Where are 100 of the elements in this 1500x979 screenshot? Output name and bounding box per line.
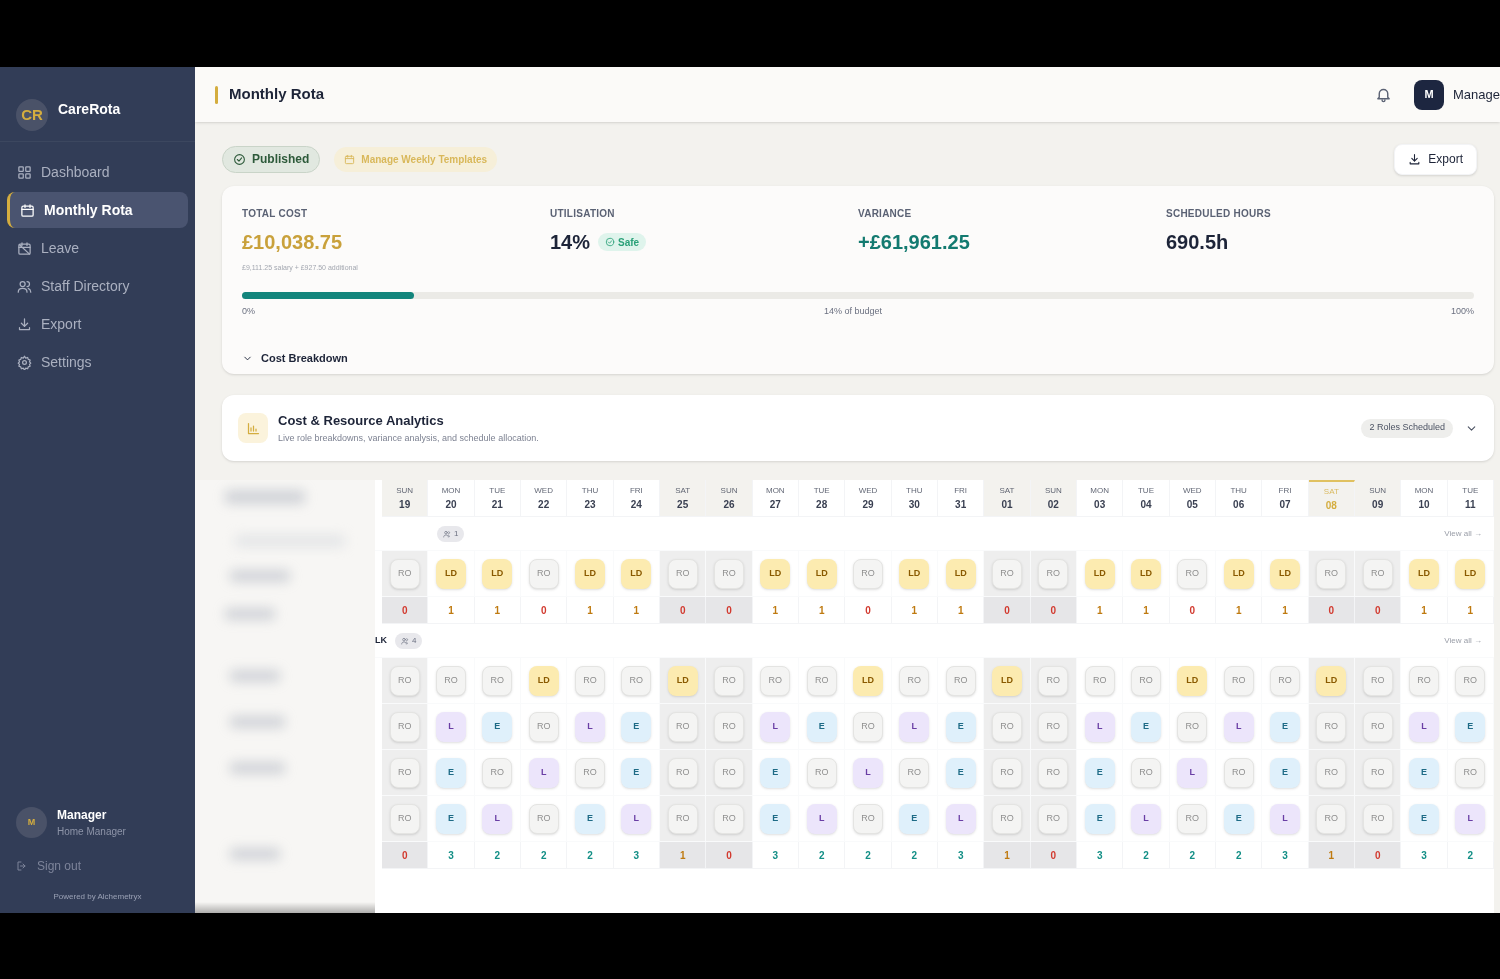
- shift-chip[interactable]: RO: [1177, 803, 1208, 834]
- shift-chip[interactable]: LD: [436, 558, 466, 589]
- shift-chip[interactable]: RO: [1362, 665, 1393, 696]
- shift-chip[interactable]: RO: [1455, 665, 1486, 696]
- shift-chip[interactable]: LD: [575, 558, 605, 589]
- sidebar-item[interactable]: Settings: [7, 344, 188, 380]
- shift-chip[interactable]: L: [621, 803, 652, 834]
- shift-chip[interactable]: RO: [528, 803, 559, 834]
- shift-chip[interactable]: RO: [714, 711, 744, 742]
- shift-chip[interactable]: LD: [621, 558, 652, 589]
- shift-chip[interactable]: RO: [1362, 803, 1393, 834]
- shift-chip[interactable]: LD: [1177, 665, 1208, 696]
- shift-chip[interactable]: RO: [389, 711, 420, 742]
- shift-chip[interactable]: RO: [1177, 558, 1208, 589]
- shift-chip[interactable]: L: [1223, 711, 1254, 742]
- shift-chip[interactable]: RO: [1038, 711, 1069, 742]
- shift-chip[interactable]: RO: [389, 757, 420, 788]
- shift-chip[interactable]: RO: [1362, 711, 1393, 742]
- shift-chip[interactable]: RO: [528, 711, 559, 742]
- view-all-link[interactable]: View all →: [1444, 527, 1482, 540]
- shift-chip[interactable]: RO: [389, 803, 420, 834]
- shift-chip[interactable]: RO: [1038, 558, 1069, 589]
- shift-chip[interactable]: RO: [575, 665, 605, 696]
- shift-chip[interactable]: RO: [389, 665, 420, 696]
- shift-chip[interactable]: L: [1270, 803, 1300, 834]
- shift-chip[interactable]: RO: [436, 665, 466, 696]
- user-avatar[interactable]: M: [1414, 79, 1444, 110]
- shift-chip[interactable]: LD: [899, 558, 930, 589]
- shift-chip[interactable]: LD: [482, 558, 513, 589]
- shift-chip[interactable]: E: [575, 803, 605, 834]
- shift-chip[interactable]: LD: [1409, 558, 1439, 589]
- shift-chip[interactable]: E: [806, 711, 837, 742]
- shift-chip[interactable]: LD: [1223, 558, 1254, 589]
- shift-chip[interactable]: LD: [1084, 558, 1115, 589]
- shift-chip[interactable]: RO: [714, 803, 744, 834]
- shift-chip[interactable]: RO: [853, 711, 883, 742]
- shift-chip[interactable]: L: [482, 803, 513, 834]
- shift-chip[interactable]: RO: [853, 803, 883, 834]
- shift-chip[interactable]: RO: [992, 803, 1022, 834]
- sidebar-item[interactable]: Staff Directory: [7, 268, 188, 304]
- shift-chip[interactable]: RO: [992, 711, 1022, 742]
- shift-chip[interactable]: RO: [1455, 757, 1486, 788]
- shift-chip[interactable]: E: [1409, 803, 1439, 834]
- notification-button[interactable]: [1375, 86, 1392, 103]
- shift-chip[interactable]: RO: [1316, 757, 1347, 788]
- shift-chip[interactable]: RO: [1316, 803, 1347, 834]
- shift-chip[interactable]: RO: [1362, 757, 1393, 788]
- shift-chip[interactable]: E: [621, 711, 652, 742]
- shift-chip[interactable]: L: [436, 711, 466, 742]
- shift-chip[interactable]: RO: [1038, 757, 1069, 788]
- shift-chip[interactable]: RO: [667, 711, 698, 742]
- shift-chip[interactable]: E: [760, 757, 791, 788]
- shift-chip[interactable]: RO: [621, 665, 652, 696]
- shift-chip[interactable]: RO: [1084, 665, 1115, 696]
- shift-chip[interactable]: RO: [1177, 711, 1208, 742]
- shift-chip[interactable]: RO: [1270, 665, 1300, 696]
- shift-chip[interactable]: LD: [528, 665, 559, 696]
- shift-chip[interactable]: RO: [1409, 665, 1439, 696]
- shift-chip[interactable]: RO: [714, 558, 744, 589]
- export-button[interactable]: Export: [1394, 143, 1477, 175]
- shift-chip[interactable]: E: [1455, 711, 1486, 742]
- shift-chip[interactable]: RO: [1223, 757, 1254, 788]
- shift-chip[interactable]: RO: [806, 665, 837, 696]
- shift-chip[interactable]: RO: [667, 803, 698, 834]
- shift-chip[interactable]: LD: [853, 665, 883, 696]
- shift-chip[interactable]: RO: [899, 757, 930, 788]
- shift-chip[interactable]: L: [1084, 711, 1115, 742]
- shift-chip[interactable]: L: [1131, 803, 1161, 834]
- shift-chip[interactable]: RO: [1223, 665, 1254, 696]
- shift-chip[interactable]: RO: [806, 757, 837, 788]
- shift-chip[interactable]: RO: [992, 558, 1022, 589]
- shift-chip[interactable]: L: [853, 757, 883, 788]
- shift-chip[interactable]: RO: [575, 757, 605, 788]
- shift-chip[interactable]: L: [899, 711, 930, 742]
- shift-chip[interactable]: L: [760, 711, 791, 742]
- shift-chip[interactable]: RO: [667, 558, 698, 589]
- shift-chip[interactable]: E: [760, 803, 791, 834]
- shift-chip[interactable]: RO: [482, 665, 513, 696]
- shift-chip[interactable]: L: [575, 711, 605, 742]
- shift-chip[interactable]: RO: [389, 558, 420, 589]
- shift-chip[interactable]: LD: [806, 558, 837, 589]
- shift-chip[interactable]: RO: [1131, 665, 1161, 696]
- view-all-link[interactable]: View all →: [1444, 634, 1482, 647]
- shift-chip[interactable]: E: [436, 757, 466, 788]
- shift-chip[interactable]: E: [1270, 757, 1300, 788]
- shift-chip[interactable]: LD: [945, 558, 976, 589]
- shift-chip[interactable]: E: [621, 757, 652, 788]
- shift-chip[interactable]: LD: [1455, 558, 1486, 589]
- shift-chip[interactable]: RO: [528, 558, 559, 589]
- shift-chip[interactable]: RO: [1131, 757, 1161, 788]
- shift-chip[interactable]: LD: [992, 665, 1022, 696]
- shift-chip[interactable]: E: [945, 711, 976, 742]
- shift-chip[interactable]: LD: [1270, 558, 1300, 589]
- cost-breakdown-toggle[interactable]: Cost Breakdown: [242, 340, 348, 367]
- shift-chip[interactable]: LD: [760, 558, 791, 589]
- shift-chip[interactable]: L: [945, 803, 976, 834]
- shift-chip[interactable]: L: [806, 803, 837, 834]
- sidebar-item[interactable]: Leave: [7, 230, 188, 266]
- shift-chip[interactable]: RO: [945, 665, 976, 696]
- shift-chip[interactable]: E: [1223, 803, 1254, 834]
